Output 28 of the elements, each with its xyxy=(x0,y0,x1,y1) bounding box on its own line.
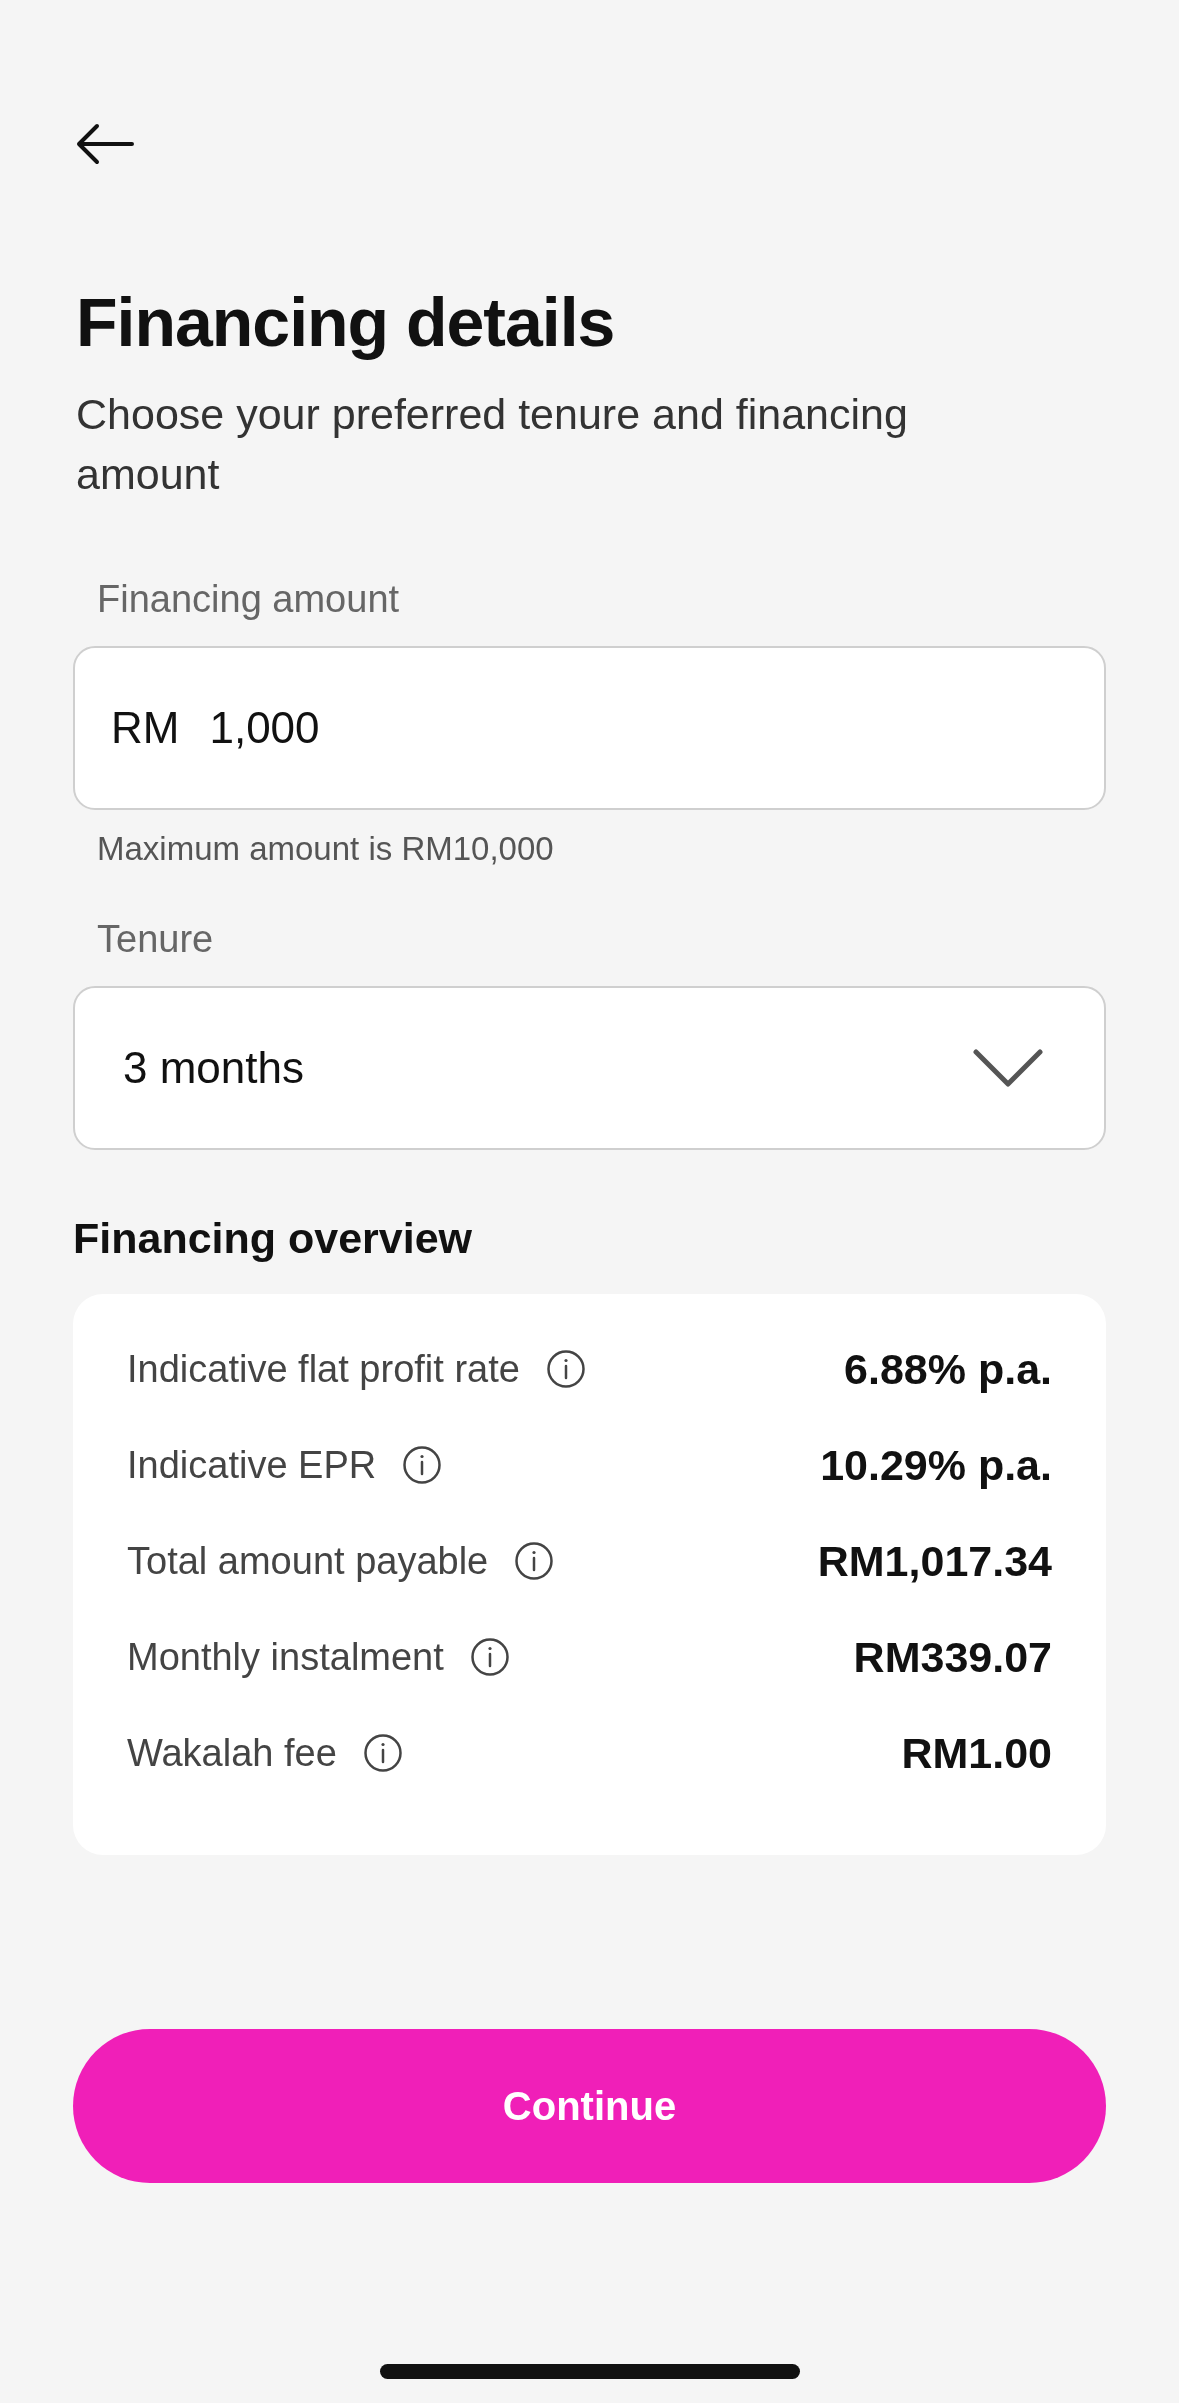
amount-input-field[interactable]: RM 1,000 xyxy=(73,646,1106,810)
info-icon[interactable] xyxy=(362,1733,403,1773)
row-label: Monthly instalment xyxy=(127,1634,444,1680)
row-value: 6.88% p.a. xyxy=(844,1343,1052,1395)
amount-value: 1,000 xyxy=(209,702,320,754)
info-icon[interactable] xyxy=(402,1445,443,1485)
chevron-down-icon xyxy=(972,1048,1044,1088)
row-label: Total amount payable xyxy=(127,1538,489,1584)
info-icon[interactable] xyxy=(514,1541,555,1581)
tenure-dropdown[interactable]: 3 months xyxy=(73,986,1106,1150)
back-arrow-icon[interactable] xyxy=(75,122,135,166)
info-icon[interactable] xyxy=(469,1637,510,1677)
helper-text: Maximum amount is RM10,000 xyxy=(97,829,554,869)
row-value: 10.29% p.a. xyxy=(820,1439,1052,1491)
row-value: RM339.07 xyxy=(853,1631,1052,1683)
row-label: Indicative flat profit rate xyxy=(127,1346,520,1392)
page-title: Financing details xyxy=(76,283,616,362)
currency-prefix: RM xyxy=(111,702,180,754)
info-icon[interactable] xyxy=(545,1349,586,1389)
field-label: Tenure xyxy=(97,917,214,962)
page-subtitle: Choose your preferred tenure and financing amount xyxy=(76,389,909,500)
row-label: Indicative EPR xyxy=(127,1442,377,1488)
field-label: Financing amount xyxy=(97,577,400,622)
row-label: Wakalah fee xyxy=(127,1730,337,1776)
row-value: RM1.00 xyxy=(901,1727,1052,1779)
row-value: RM1,017.34 xyxy=(817,1535,1052,1587)
section-title: Financing overview xyxy=(73,1213,473,1264)
continue-button[interactable]: Continue xyxy=(73,2029,1106,2183)
